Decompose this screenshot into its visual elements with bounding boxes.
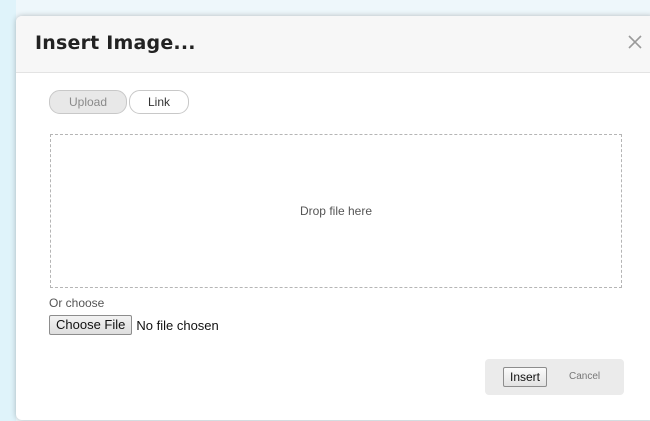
dialog-header: Insert Image... bbox=[16, 16, 650, 73]
close-icon[interactable] bbox=[624, 31, 646, 53]
insert-button[interactable]: Insert bbox=[503, 367, 548, 387]
drop-zone[interactable]: Drop file here bbox=[50, 134, 622, 288]
choose-file-button[interactable]: Choose File bbox=[49, 315, 133, 335]
drop-zone-label: Drop file here bbox=[299, 204, 373, 218]
tab-upload[interactable]: Upload bbox=[49, 90, 127, 114]
dialog-title: Insert Image... bbox=[35, 32, 196, 54]
tab-link[interactable]: Link bbox=[129, 90, 189, 114]
dialog-actions: Insert Cancel bbox=[485, 359, 624, 395]
cancel-button[interactable]: Cancel bbox=[569, 371, 600, 382]
file-picker: Choose File No file chosen bbox=[49, 315, 219, 335]
or-choose-label: Or choose bbox=[49, 296, 105, 310]
file-status: No file chosen bbox=[136, 317, 219, 333]
insert-image-dialog: Insert Image... Upload Link Drop file he… bbox=[16, 16, 650, 420]
page-backdrop bbox=[0, 0, 16, 421]
